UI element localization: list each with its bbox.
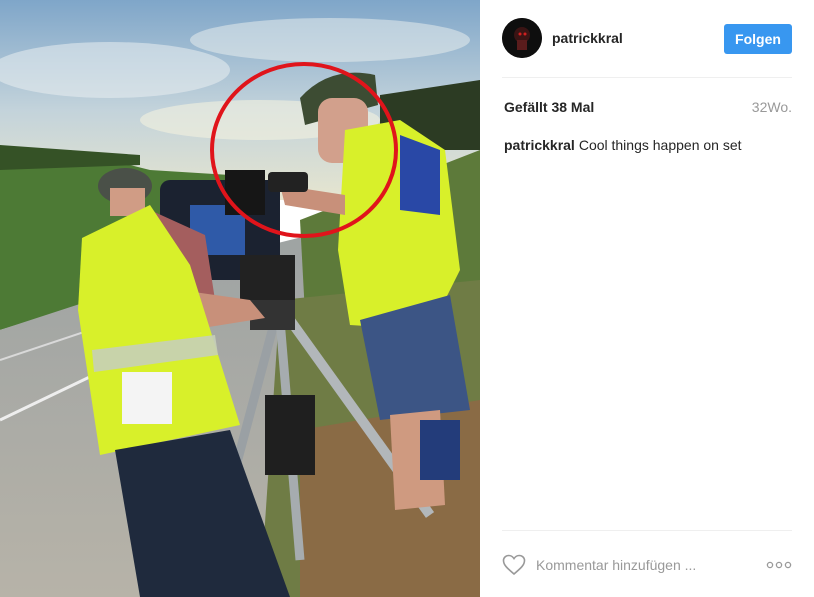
footer-divider bbox=[502, 530, 792, 531]
heart-icon[interactable] bbox=[502, 554, 526, 576]
caption-text: Cool things happen on set bbox=[578, 137, 742, 153]
post-age[interactable]: 32Wo. bbox=[752, 99, 792, 115]
comment-input[interactable] bbox=[536, 553, 736, 577]
follow-button[interactable]: Folgen bbox=[724, 24, 792, 54]
avatar[interactable] bbox=[502, 18, 542, 58]
post-username[interactable]: patrickkral bbox=[552, 30, 623, 46]
comment-bar bbox=[502, 550, 792, 580]
post-photo bbox=[0, 0, 480, 597]
likes-count[interactable]: Gefällt 38 Mal bbox=[504, 99, 594, 115]
more-options-icon[interactable] bbox=[766, 558, 792, 572]
caption-username[interactable]: patrickkral bbox=[504, 137, 575, 153]
header-divider bbox=[502, 77, 792, 78]
post-header: patrickkral Folgen bbox=[502, 18, 792, 60]
post-caption: patrickkral Cool things happen on set bbox=[504, 137, 742, 153]
post-sidebar: patrickkral Folgen Gefällt 38 Mal 32Wo. … bbox=[480, 0, 814, 597]
